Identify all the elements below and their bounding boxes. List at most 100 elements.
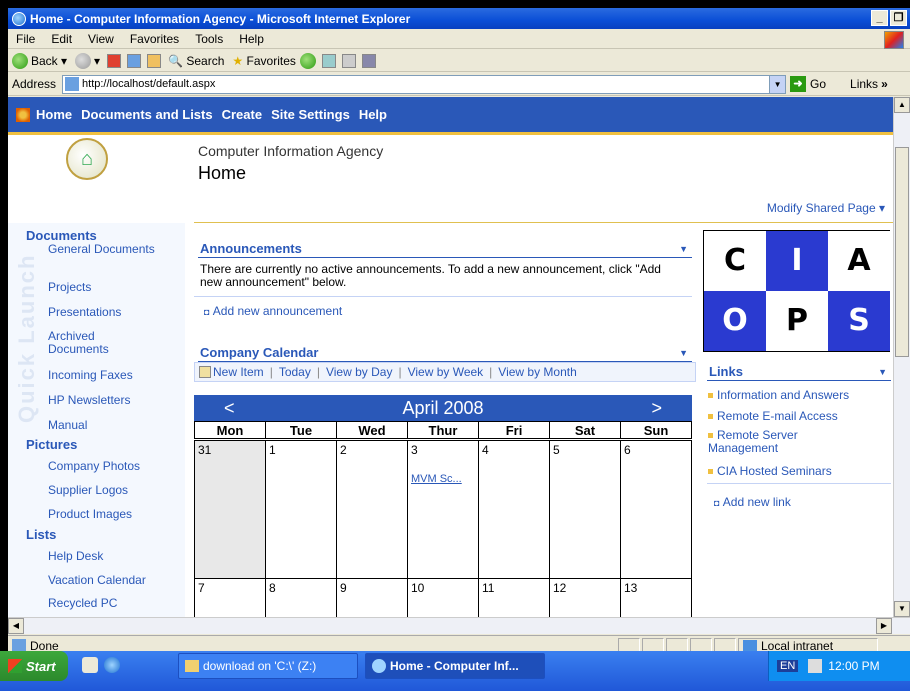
sharepoint-logo-icon [16,107,30,122]
day-cell[interactable]: 31 [194,440,265,578]
view-by-week-link[interactable]: View by Week [408,365,484,379]
add-new-announcement-link[interactable]: ◘ Add new announcement [204,305,342,319]
stop-icon[interactable] [107,53,122,68]
links-button[interactable]: Links [850,77,878,91]
menu-tools[interactable]: Tools [187,32,231,46]
previous-month-button[interactable]: < [224,398,235,419]
quick-item-supplier-logos[interactable]: Supplier Logos [48,483,128,497]
home-icon[interactable] [147,53,162,68]
next-month-button[interactable]: > [651,398,662,419]
nav-home[interactable]: Home [36,107,72,122]
day-cell[interactable]: 11 [478,578,549,617]
taskbar-item-download[interactable]: download on 'C:\' (Z:) [178,653,358,679]
quick-item-help-desk[interactable]: Help Desk [48,549,103,563]
go-button[interactable]: Go [810,77,826,91]
menu-view[interactable]: View [80,32,122,46]
day-cell[interactable]: 6 [620,440,692,578]
print-icon[interactable] [341,53,356,68]
vertical-scrollbar[interactable]: ▲ ▼ [893,97,910,617]
nav-site-settings[interactable]: Site Settings [271,107,350,122]
network-icon[interactable] [808,659,823,673]
day-cell[interactable]: 5 [549,440,620,578]
start-button[interactable]: Start [0,651,68,681]
scroll-left-arrow-icon[interactable]: ◀ [8,618,24,634]
quick-heading-documents[interactable]: Documents [26,228,97,243]
quick-item-manual[interactable]: Manual [48,418,87,432]
quick-item-product-images[interactable]: Product Images [48,507,132,521]
view-by-month-link[interactable]: View by Month [498,365,577,379]
calendar-header: < April 2008 > [194,395,692,421]
day-cell[interactable]: 10 [407,578,478,617]
taskbar: Start download on 'C:\' (Z:) Home - Comp… [0,651,910,691]
day-cell[interactable]: 12 [549,578,620,617]
restore-button[interactable]: ❐ [890,10,907,26]
favorites-button[interactable]: ★ Favorites [228,54,299,68]
menu-edit[interactable]: Edit [43,32,80,46]
chevron-down-icon[interactable]: ▼ [679,244,688,254]
nav-create[interactable]: Create [222,107,262,122]
modify-shared-page-link[interactable]: Modify Shared Page ▾ [767,201,885,215]
new-item-link[interactable]: New Item [213,365,264,379]
menu-help[interactable]: Help [231,32,272,46]
language-indicator[interactable]: EN [777,660,799,672]
menu-favorites[interactable]: Favorites [122,32,187,46]
nav-documents-and-lists[interactable]: Documents and Lists [81,107,212,122]
scroll-up-arrow-icon[interactable]: ▲ [894,97,910,113]
link-information-and-answers[interactable]: Information and Answers [708,388,849,402]
scroll-right-arrow-icon[interactable]: ▶ [876,618,892,634]
minimize-button[interactable]: _ [871,10,888,26]
quick-heading-lists[interactable]: Lists [26,527,56,542]
scroll-down-arrow-icon[interactable]: ▼ [894,601,910,617]
quick-item-vacation-calendar[interactable]: Vacation Calendar [48,573,146,587]
link-cia-hosted-seminars[interactable]: CIA Hosted Seminars [708,464,832,478]
bullet-icon: ◘ [714,498,720,508]
chevron-down-icon[interactable]: ▼ [878,367,887,377]
quick-item-general-documents[interactable]: General Documents [48,243,178,256]
quick-heading-pictures[interactable]: Pictures [26,437,77,452]
day-cell[interactable]: 1 [265,440,336,578]
day-header: Sat [549,421,620,439]
forward-button[interactable]: ▾ [71,52,104,69]
link-remote-email-access[interactable]: Remote E-mail Access [708,409,838,423]
chevron-right-icon[interactable]: » [881,77,888,91]
refresh-icon[interactable] [127,53,142,68]
mail-icon[interactable] [321,53,336,68]
quick-item-recycled-pc[interactable]: Recycled PC [48,596,117,610]
quick-item-company-photos[interactable]: Company Photos [48,459,140,473]
day-cell[interactable]: 9 [336,578,407,617]
chevron-down-icon[interactable]: ▼ [679,348,688,358]
day-cell[interactable]: 13 [620,578,692,617]
day-cell[interactable]: 7 [194,578,265,617]
go-arrow-icon[interactable]: ➜ [790,76,807,92]
quick-item-presentations[interactable]: Presentations [48,305,121,319]
quick-item-archived-documents[interactable]: Archived Documents [48,330,148,356]
address-input[interactable]: http://localhost/default.aspx ▼ [62,74,787,94]
day-cell[interactable]: 4 [478,440,549,578]
link-remote-server-management[interactable]: Remote Server Management [708,429,858,455]
quick-item-incoming-faxes[interactable]: Incoming Faxes [48,368,133,382]
address-dropdown[interactable]: ▼ [769,75,786,93]
ie-quicklaunch-icon[interactable] [104,657,120,673]
search-button[interactable]: 🔍 Search [164,54,228,68]
day-cell[interactable]: 2 [336,440,407,578]
history-icon[interactable] [299,52,316,69]
desktop-icon[interactable] [82,657,98,673]
quick-item-hp-newsletters[interactable]: HP Newsletters [48,393,130,407]
top-navigation: Home Documents and Lists Create Site Set… [8,97,893,135]
back-button[interactable]: Back ▾ [8,52,71,69]
horizontal-scrollbar[interactable]: ◀ ▶ [8,617,910,634]
calendar-event-link[interactable]: MVM Sc... [411,473,475,485]
taskbar-item-home[interactable]: Home - Computer Inf... [365,653,545,679]
day-cell[interactable]: 8 [265,578,336,617]
edit-icon[interactable] [361,53,376,68]
nav-help[interactable]: Help [359,107,387,122]
add-new-link[interactable]: ◘ Add new link [714,496,791,510]
day-cell[interactable]: 3 MVM Sc... [407,440,478,578]
view-by-day-link[interactable]: View by Day [326,365,392,379]
today-link[interactable]: Today [279,365,311,379]
clock[interactable]: 12:00 PM [828,659,879,673]
quick-item-projects[interactable]: Projects [48,280,91,294]
address-url: http://localhost/default.aspx [82,78,216,90]
scroll-thumb[interactable] [895,147,909,357]
menu-file[interactable]: File [8,32,43,46]
